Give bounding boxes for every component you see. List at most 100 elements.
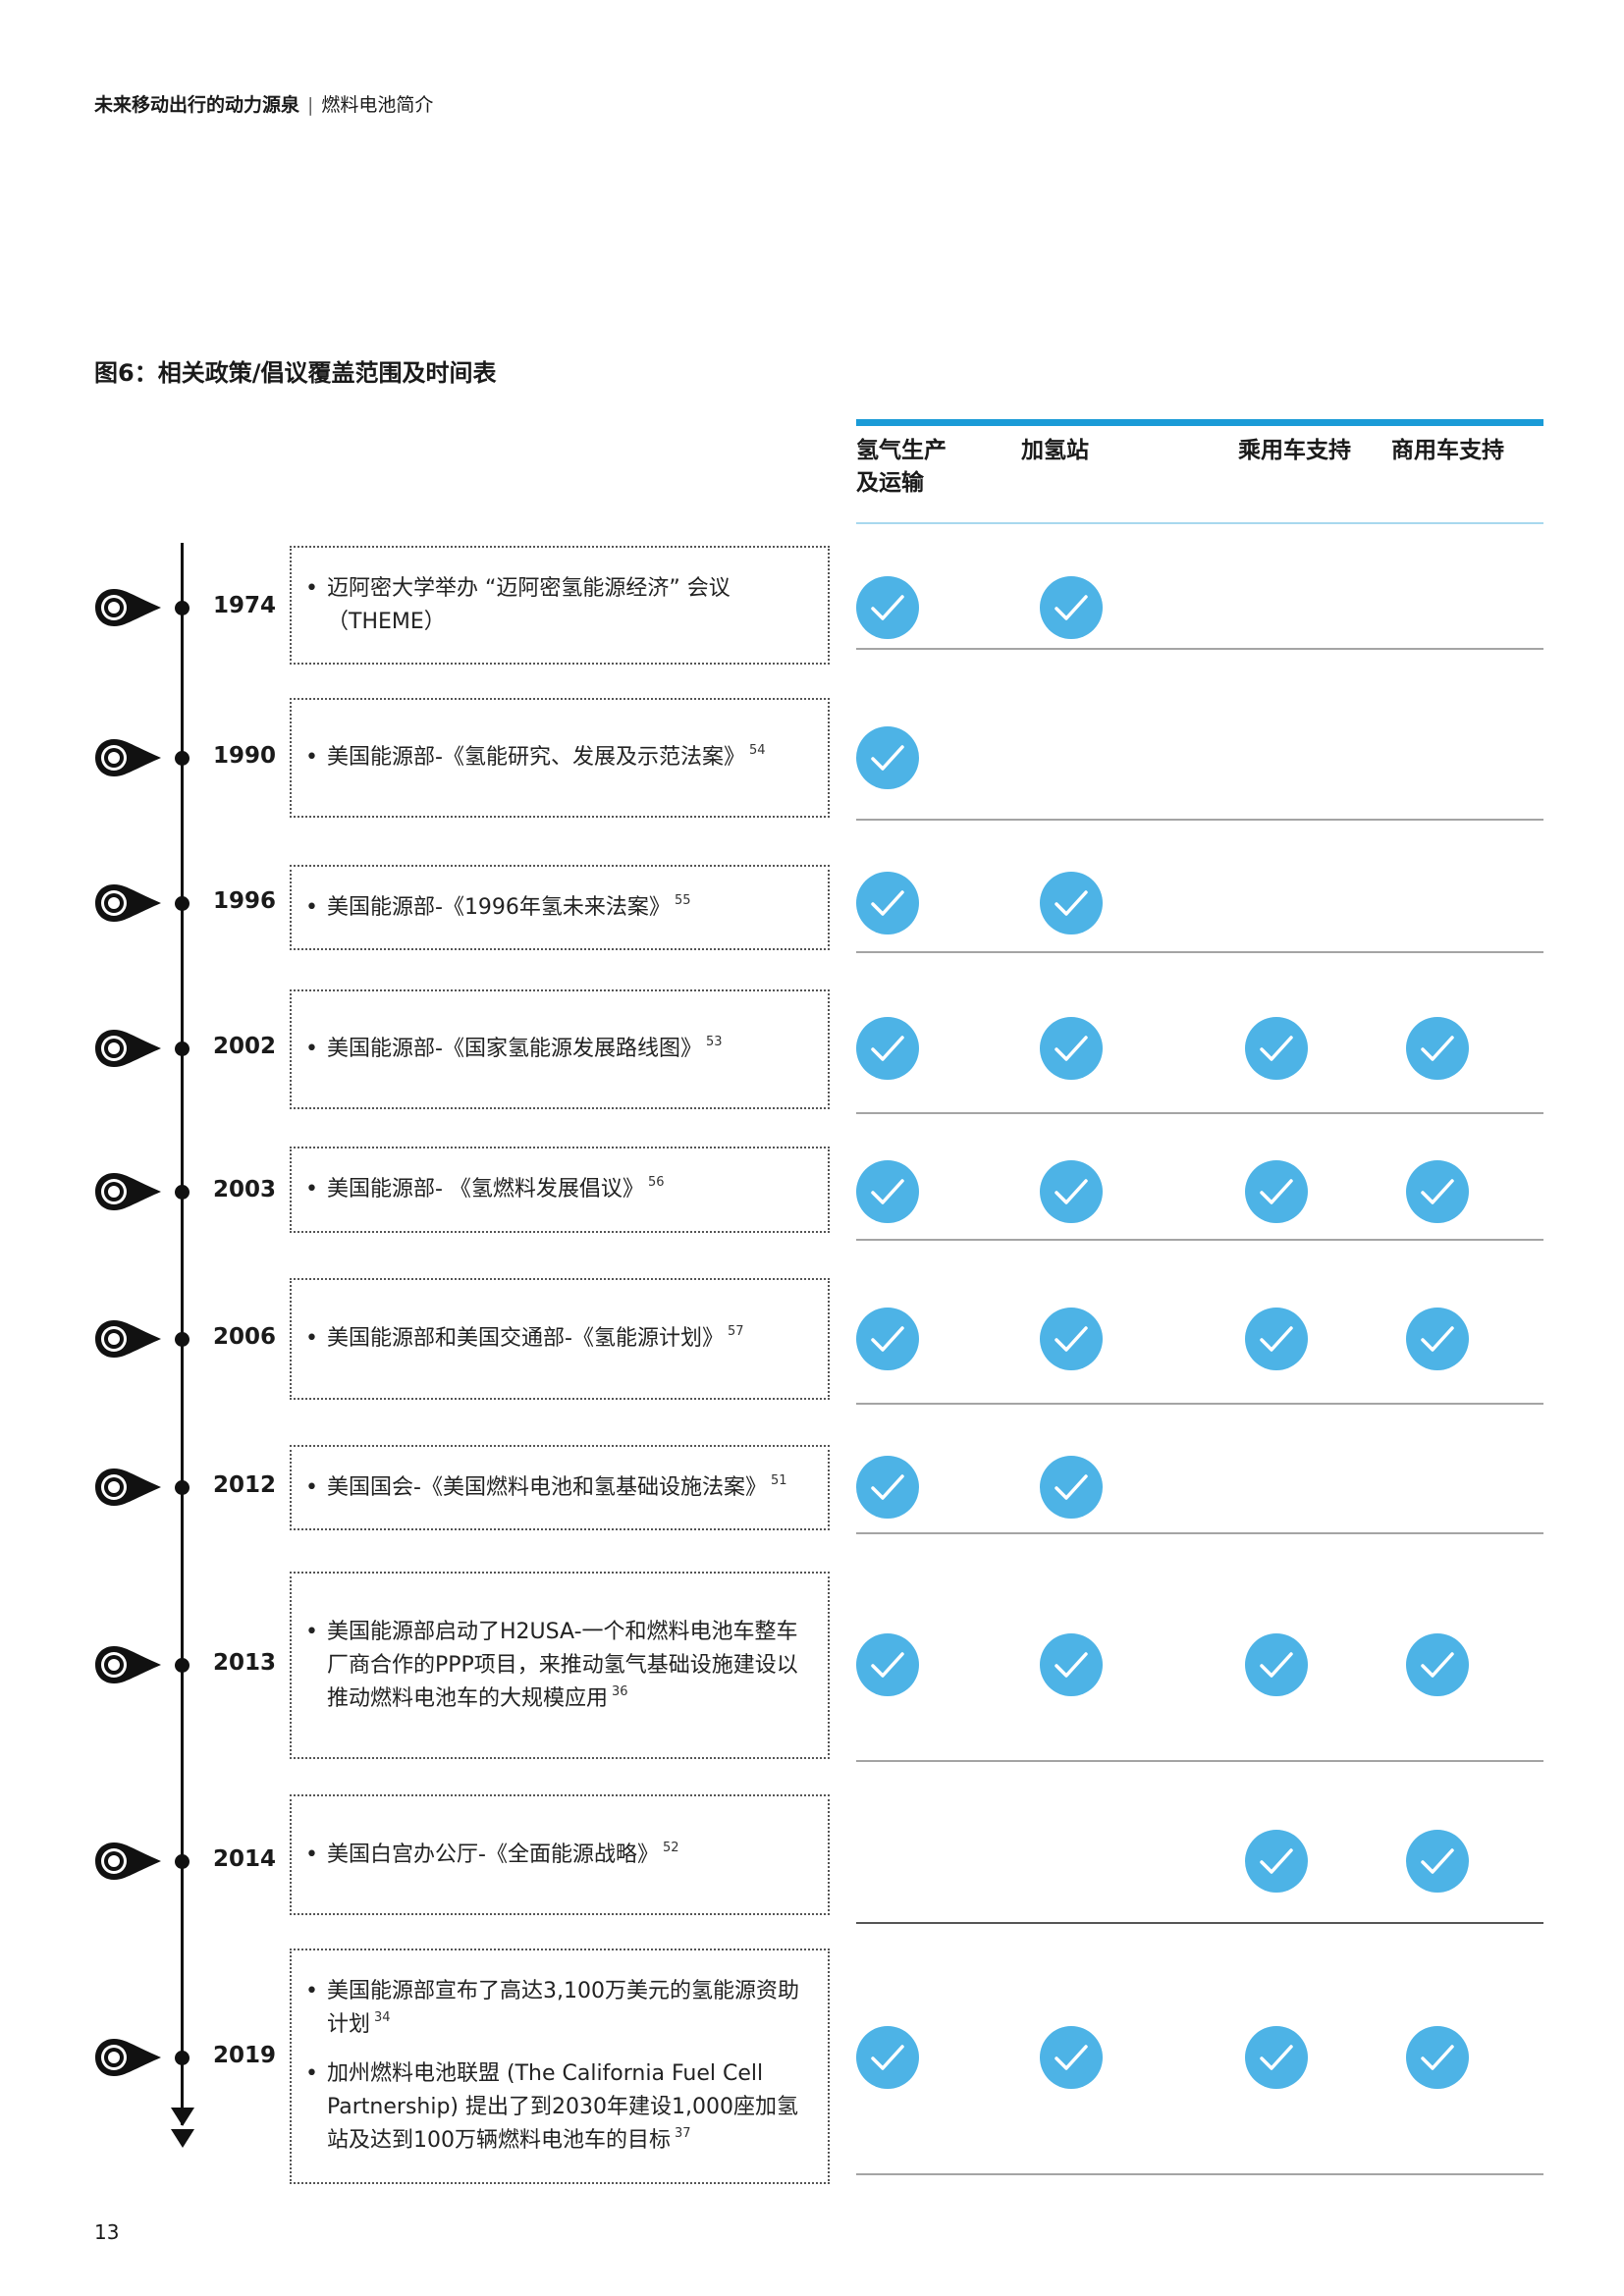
figure-title: 图6：相关政策/倡议覆盖范围及时间表 xyxy=(94,359,497,387)
policy-bullet: • 迈阿密大学举办 “迈阿密氢能源经济” 会议 （THEME） xyxy=(305,572,810,639)
policy-bullet: • 美国能源部-《国家氢能源发展路线图》 53 xyxy=(305,1033,810,1066)
timeline-year: 2012 xyxy=(213,1472,277,1498)
check-circle-icon xyxy=(1040,1456,1103,1519)
timeline-dot xyxy=(175,1185,189,1200)
check-circle-icon xyxy=(1245,1633,1308,1696)
timeline-dot xyxy=(175,1041,189,1056)
policy-text: 美国能源部-《国家氢能源发展路线图》 xyxy=(327,1037,702,1061)
check-circle-icon xyxy=(856,576,919,639)
check-circle-icon xyxy=(856,1160,919,1223)
bullet-marker: • xyxy=(305,1326,318,1351)
policy-box: • 美国能源部-《国家氢能源发展路线图》 53 xyxy=(290,989,830,1109)
column-header-line: 商用车支持 xyxy=(1391,438,1504,463)
reference-number: 55 xyxy=(674,892,691,908)
check-circle-icon xyxy=(1406,1017,1469,1080)
policy-text-wrap: 迈阿密大学举办 “迈阿密氢能源经济” 会议 （THEME） xyxy=(327,572,810,639)
arrow-down-icon xyxy=(171,2108,194,2126)
reference-number: 37 xyxy=(675,2126,691,2141)
location-pin-icon xyxy=(95,589,161,626)
policy-bullet: • 美国能源部宣布了高达3,100万美元的氢能源资助计划 34 xyxy=(305,1975,810,2042)
policy-text: 美国能源部-《氢能研究、发展及示范法案》 xyxy=(327,745,745,770)
policy-bullet: • 美国能源部和美国交通部-《氢能源计划》 57 xyxy=(305,1322,810,1356)
header-section: 燃料电池简介 xyxy=(321,94,434,116)
location-pin-icon xyxy=(95,739,161,776)
check-circle-icon xyxy=(1245,2026,1308,2089)
column-header-line: 氢气生产 xyxy=(856,438,947,463)
column-header: 乘用车支持 xyxy=(1238,435,1351,467)
row-divider xyxy=(856,951,1543,953)
location-pin-icon xyxy=(95,1030,161,1067)
check-circle-icon xyxy=(1406,1308,1469,1370)
row-divider xyxy=(856,648,1543,650)
bullet-marker: • xyxy=(305,2061,318,2086)
timeline-year: 2019 xyxy=(213,2043,277,2068)
reference-number: 57 xyxy=(727,1324,744,1339)
check-circle-icon xyxy=(1406,2026,1469,2089)
check-circle-icon xyxy=(1245,1830,1308,1893)
check-circle-icon xyxy=(856,872,919,934)
policy-text: 美国能源部- 《氢燃料发展倡议》 xyxy=(327,1177,644,1201)
page-number: 13 xyxy=(94,2220,120,2244)
policy-text-wrap: 美国能源部- 《氢燃料发展倡议》 56 xyxy=(327,1173,810,1206)
reference-number: 51 xyxy=(770,1472,787,1488)
check-circle-icon xyxy=(856,2026,919,2089)
check-circle-icon xyxy=(856,1456,919,1519)
bullet-marker: • xyxy=(305,1842,318,1867)
policy-bullet: • 美国白宫办公厅-《全面能源战略》 52 xyxy=(305,1839,810,1872)
timeline-dot xyxy=(175,2051,189,2065)
policy-bullet: • 美国能源部-《1996年氢未来法案》 55 xyxy=(305,891,810,925)
policy-text-wrap: 美国能源部-《氢能研究、发展及示范法案》 54 xyxy=(327,741,810,774)
location-pin-icon xyxy=(95,1468,161,1506)
column-header: 氢气生产 及运输 xyxy=(856,435,947,500)
policy-box: • 美国能源部- 《氢燃料发展倡议》 56 xyxy=(290,1147,830,1233)
location-pin-icon xyxy=(95,1320,161,1358)
policy-text-wrap: 美国能源部-《国家氢能源发展路线图》 53 xyxy=(327,1033,810,1066)
location-pin-icon xyxy=(95,884,161,922)
column-header: 商用车支持 xyxy=(1391,435,1504,467)
bullet-marker: • xyxy=(305,1177,318,1201)
check-circle-icon xyxy=(1040,2026,1103,2089)
check-circle-icon xyxy=(1040,1633,1103,1696)
location-pin-icon xyxy=(95,1173,161,1210)
policy-box: • 迈阿密大学举办 “迈阿密氢能源经济” 会议 （THEME） xyxy=(290,546,830,665)
reference-number: 53 xyxy=(705,1035,723,1049)
row-divider xyxy=(856,1532,1543,1534)
column-header-line: 及运输 xyxy=(856,470,924,496)
timeline-year: 2013 xyxy=(213,1650,277,1676)
check-circle-icon xyxy=(1040,576,1103,639)
timeline-year: 1974 xyxy=(213,593,277,618)
timeline-dot xyxy=(175,1854,189,1869)
policy-text-wrap: 美国白宫办公厅-《全面能源战略》 52 xyxy=(327,1839,810,1872)
bullet-marker: • xyxy=(305,894,318,920)
check-circle-icon xyxy=(1406,1160,1469,1223)
check-circle-icon xyxy=(1406,1633,1469,1696)
column-header-bottom-rule xyxy=(856,522,1543,524)
timeline-dot xyxy=(175,751,189,766)
policy-text: 美国能源部和美国交通部-《氢能源计划》 xyxy=(327,1326,724,1351)
row-divider xyxy=(856,819,1543,821)
reference-number: 54 xyxy=(748,743,766,758)
policy-box: • 美国能源部-《氢能研究、发展及示范法案》 54 xyxy=(290,698,830,818)
check-circle-icon xyxy=(856,726,919,789)
policy-text: 迈阿密大学举办 “迈阿密氢能源经济” 会议 （THEME） xyxy=(327,575,731,634)
policy-box: • 美国能源部-《1996年氢未来法案》 55 xyxy=(290,865,830,950)
timeline-year: 2006 xyxy=(213,1324,277,1350)
timeline-year: 2014 xyxy=(213,1846,277,1872)
timeline-dot xyxy=(175,1480,189,1495)
bullet-marker: • xyxy=(305,1619,318,1644)
check-circle-icon xyxy=(1040,1308,1103,1370)
bullet-marker: • xyxy=(305,1474,318,1500)
column-header-line: 乘用车支持 xyxy=(1238,438,1351,463)
policy-text-wrap: 加州燃料电池联盟 (The California Fuel Cell Partn… xyxy=(327,2057,810,2158)
row-divider xyxy=(856,1922,1543,1924)
policy-text: 美国国会-《美国燃料电池和氢基础设施法案》 xyxy=(327,1474,767,1500)
policy-bullet: • 加州燃料电池联盟 (The California Fuel Cell Part… xyxy=(305,2057,810,2158)
bullet-marker: • xyxy=(305,745,318,770)
check-circle-icon xyxy=(1040,1160,1103,1223)
policy-text: 美国白宫办公厅-《全面能源战略》 xyxy=(327,1842,659,1867)
check-circle-icon xyxy=(1245,1160,1308,1223)
check-circle-icon xyxy=(856,1017,919,1080)
policy-box: • 美国能源部启动了H2USA-一个和燃料电池车整车厂商合作的PPP项目，来推动氢… xyxy=(290,1572,830,1759)
header-separator: | xyxy=(307,94,314,116)
check-circle-icon xyxy=(1040,1017,1103,1080)
